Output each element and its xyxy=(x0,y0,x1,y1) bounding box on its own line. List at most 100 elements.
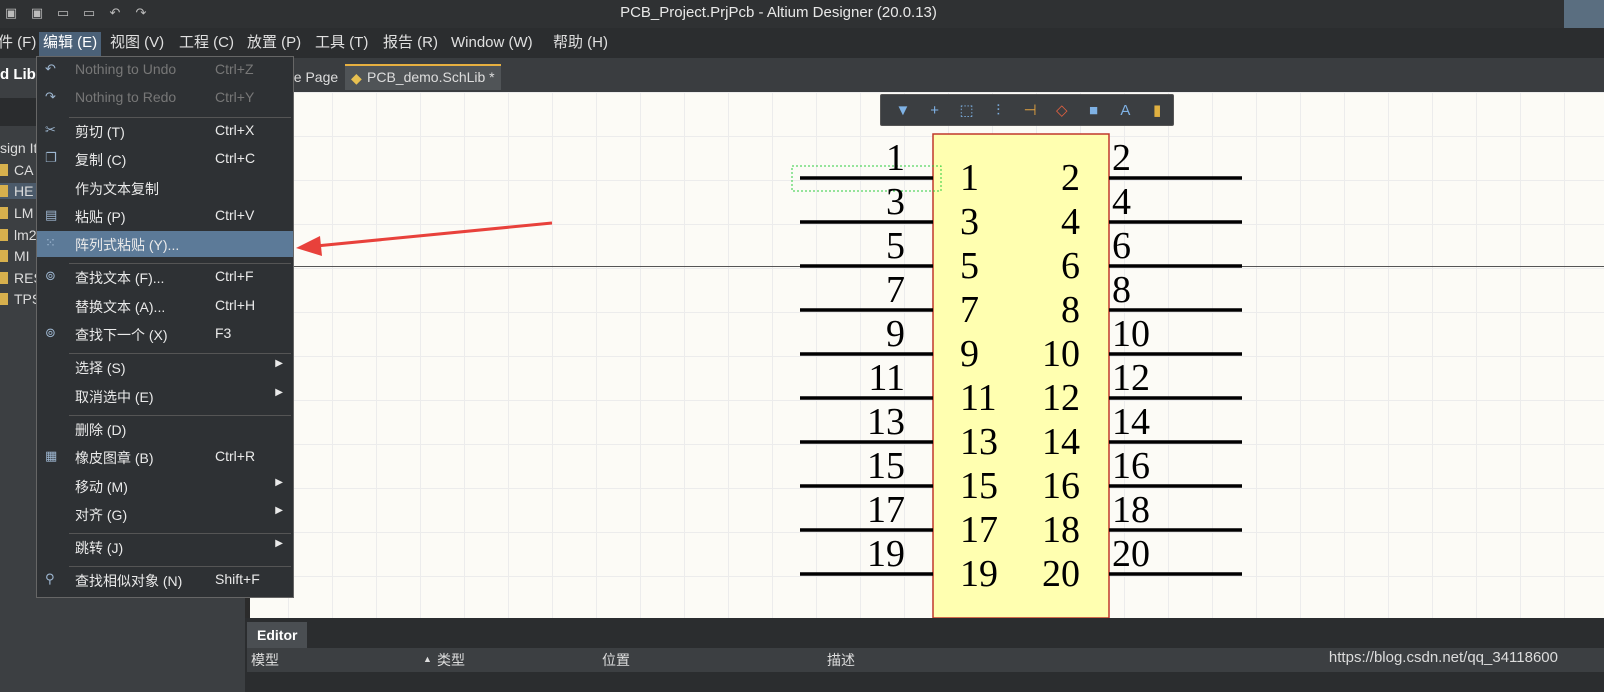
pin-number: 18 xyxy=(1112,489,1150,531)
pin-name: 2 xyxy=(1061,157,1080,199)
menu-item-label: 查找相似对象 (N) xyxy=(75,573,183,589)
menu-item-label: 复制 (C) xyxy=(75,152,127,168)
menu-item-label: 取消选中 (E) xyxy=(75,389,154,405)
menu-item[interactable]: 替换文本 (A)... Ctrl+H xyxy=(37,293,293,319)
column-location[interactable]: 位置 xyxy=(602,650,630,670)
menu-item[interactable]: 作为文本复制 xyxy=(37,175,293,201)
editor-tab[interactable]: Editor xyxy=(247,622,307,648)
select-rect-icon[interactable]: ⬚ xyxy=(951,96,983,124)
pin-number: 15 xyxy=(867,445,905,487)
column-model[interactable]: 模型 xyxy=(251,650,279,670)
add-icon[interactable]: + xyxy=(919,96,951,124)
pin-name: 1 xyxy=(960,157,979,199)
menu-item[interactable]: 选择 (S) ▶ xyxy=(37,354,293,380)
menu-item-shortcut: Ctrl+X xyxy=(215,122,255,138)
menu-item[interactable]: ▤ 粘贴 (P) Ctrl+V xyxy=(37,203,293,229)
pin-name: 4 xyxy=(1061,201,1080,243)
pin-name: 15 xyxy=(960,465,998,507)
menu-item-shortcut: Ctrl+H xyxy=(215,297,256,313)
pin-name: 19 xyxy=(960,553,998,595)
pin-number: 5 xyxy=(886,225,905,267)
scissors-icon: ✂ xyxy=(45,122,56,137)
pin-icon[interactable]: ⊣ xyxy=(1014,96,1046,124)
pin-number: 9 xyxy=(886,313,905,355)
menu-item[interactable]: 取消选中 (E) ▶ xyxy=(37,383,293,409)
rubber-stamp-icon: ▦ xyxy=(45,448,58,463)
menu-item[interactable]: 对齐 (G) ▶ xyxy=(37,501,293,527)
pin-name: 17 xyxy=(960,509,998,551)
menu-item[interactable]: ⁙ 阵列式粘贴 (Y)... xyxy=(37,231,293,257)
text-icon[interactable]: A xyxy=(1109,96,1141,124)
copy-icon: ❐ xyxy=(45,150,57,165)
pin-name: 13 xyxy=(960,421,998,463)
menu-item-shortcut: Ctrl+R xyxy=(215,448,256,464)
submenu-arrow-icon: ▶ xyxy=(275,538,283,549)
menu-item-label: 对齐 (G) xyxy=(75,507,128,523)
pin-number: 3 xyxy=(886,181,905,223)
pin-name: 12 xyxy=(1042,377,1080,419)
pin-number: 7 xyxy=(886,269,905,311)
pin-name: 16 xyxy=(1042,465,1080,507)
watermark: https://blog.csdn.net/qq_34118600 xyxy=(1328,649,1558,666)
pin-number: 14 xyxy=(1112,401,1150,443)
pin-number: 19 xyxy=(867,533,905,575)
sort-icon[interactable]: ▲ xyxy=(423,654,432,664)
pin-number: 13 xyxy=(867,401,905,443)
menu-item-shortcut: Ctrl+V xyxy=(215,207,255,223)
binoculars-icon: ⊚ xyxy=(45,268,56,283)
align-icon[interactable]: ⫶ xyxy=(982,96,1014,124)
component-icon[interactable]: ▮ xyxy=(1141,96,1173,124)
pin-name: 8 xyxy=(1061,289,1080,331)
menu-item-label: 选择 (S) xyxy=(75,360,126,376)
pin-number: 12 xyxy=(1112,357,1150,399)
menu-item-label: 橡皮图章 (B) xyxy=(75,450,154,466)
menu-item-label: 查找下一个 (X) xyxy=(75,327,168,343)
pin-name: 18 xyxy=(1042,509,1080,551)
column-type[interactable]: 类型 xyxy=(437,650,465,670)
menu-item[interactable]: ▦ 橡皮图章 (B) Ctrl+R xyxy=(37,444,293,470)
pin-name: 5 xyxy=(960,245,979,287)
menu-item-shortcut: Ctrl+Y xyxy=(215,89,255,105)
menu-item-label: 粘贴 (P) xyxy=(75,209,126,225)
menu-item[interactable]: 删除 (D) xyxy=(37,416,293,442)
menu-item[interactable]: ⊚ 查找下一个 (X) F3 xyxy=(37,321,293,347)
pin-name: 7 xyxy=(960,289,979,331)
menu-item[interactable]: ❐ 复制 (C) Ctrl+C xyxy=(37,146,293,172)
menu-item[interactable]: ⚲ 查找相似对象 (N) Shift+F xyxy=(37,567,293,593)
submenu-arrow-icon: ▶ xyxy=(275,477,283,488)
pin-name: 9 xyxy=(960,333,979,375)
menu-item-label: 替换文本 (A)... xyxy=(75,299,166,315)
pin-number: 11 xyxy=(868,357,905,399)
pin-name: 14 xyxy=(1042,421,1080,463)
menu-item-shortcut: F3 xyxy=(215,325,232,341)
filter-icon[interactable]: ▼ xyxy=(887,96,919,124)
active-bar: ▼ + ⬚ ⫶ ⊣ ◇ ■ A ▮ xyxy=(880,94,1174,126)
find-similar-icon: ⚲ xyxy=(45,571,55,586)
menu-item[interactable]: ↶ Nothing to Undo Ctrl+Z xyxy=(37,57,293,83)
pin-name: 11 xyxy=(960,377,997,419)
pin-name: 3 xyxy=(960,201,979,243)
pin-number: 16 xyxy=(1112,445,1150,487)
menu-item[interactable]: ⊚ 查找文本 (F)... Ctrl+F xyxy=(37,264,293,290)
pin-name: 6 xyxy=(1061,245,1080,287)
menu-item-label: 跳转 (J) xyxy=(75,540,124,556)
menu-item[interactable]: 跳转 (J) ▶ xyxy=(37,534,293,560)
pin-number: 6 xyxy=(1112,225,1131,267)
pin-number: 4 xyxy=(1112,181,1131,223)
menu-item-label: 查找文本 (F)... xyxy=(75,270,165,286)
menu-item-shortcut: Ctrl+Z xyxy=(215,61,254,77)
fill-icon[interactable]: ◇ xyxy=(1046,96,1078,124)
pin-number: 17 xyxy=(867,489,905,531)
pin-number: 8 xyxy=(1112,269,1131,311)
menu-item[interactable]: ✂ 剪切 (T) Ctrl+X xyxy=(37,118,293,144)
column-description[interactable]: 描述 xyxy=(827,650,855,670)
pin-number: 1 xyxy=(886,137,905,179)
menu-item-shortcut: Ctrl+F xyxy=(215,268,254,284)
rectangle-icon[interactable]: ■ xyxy=(1078,96,1110,124)
paste-icon: ▤ xyxy=(45,207,58,222)
menu-item-label: 作为文本复制 xyxy=(75,181,159,197)
menu-item[interactable]: ↷ Nothing to Redo Ctrl+Y xyxy=(37,85,293,111)
menu-item-label: Nothing to Undo xyxy=(75,61,177,77)
pin-number: 20 xyxy=(1112,533,1150,575)
menu-item[interactable]: 移动 (M) ▶ xyxy=(37,473,293,499)
